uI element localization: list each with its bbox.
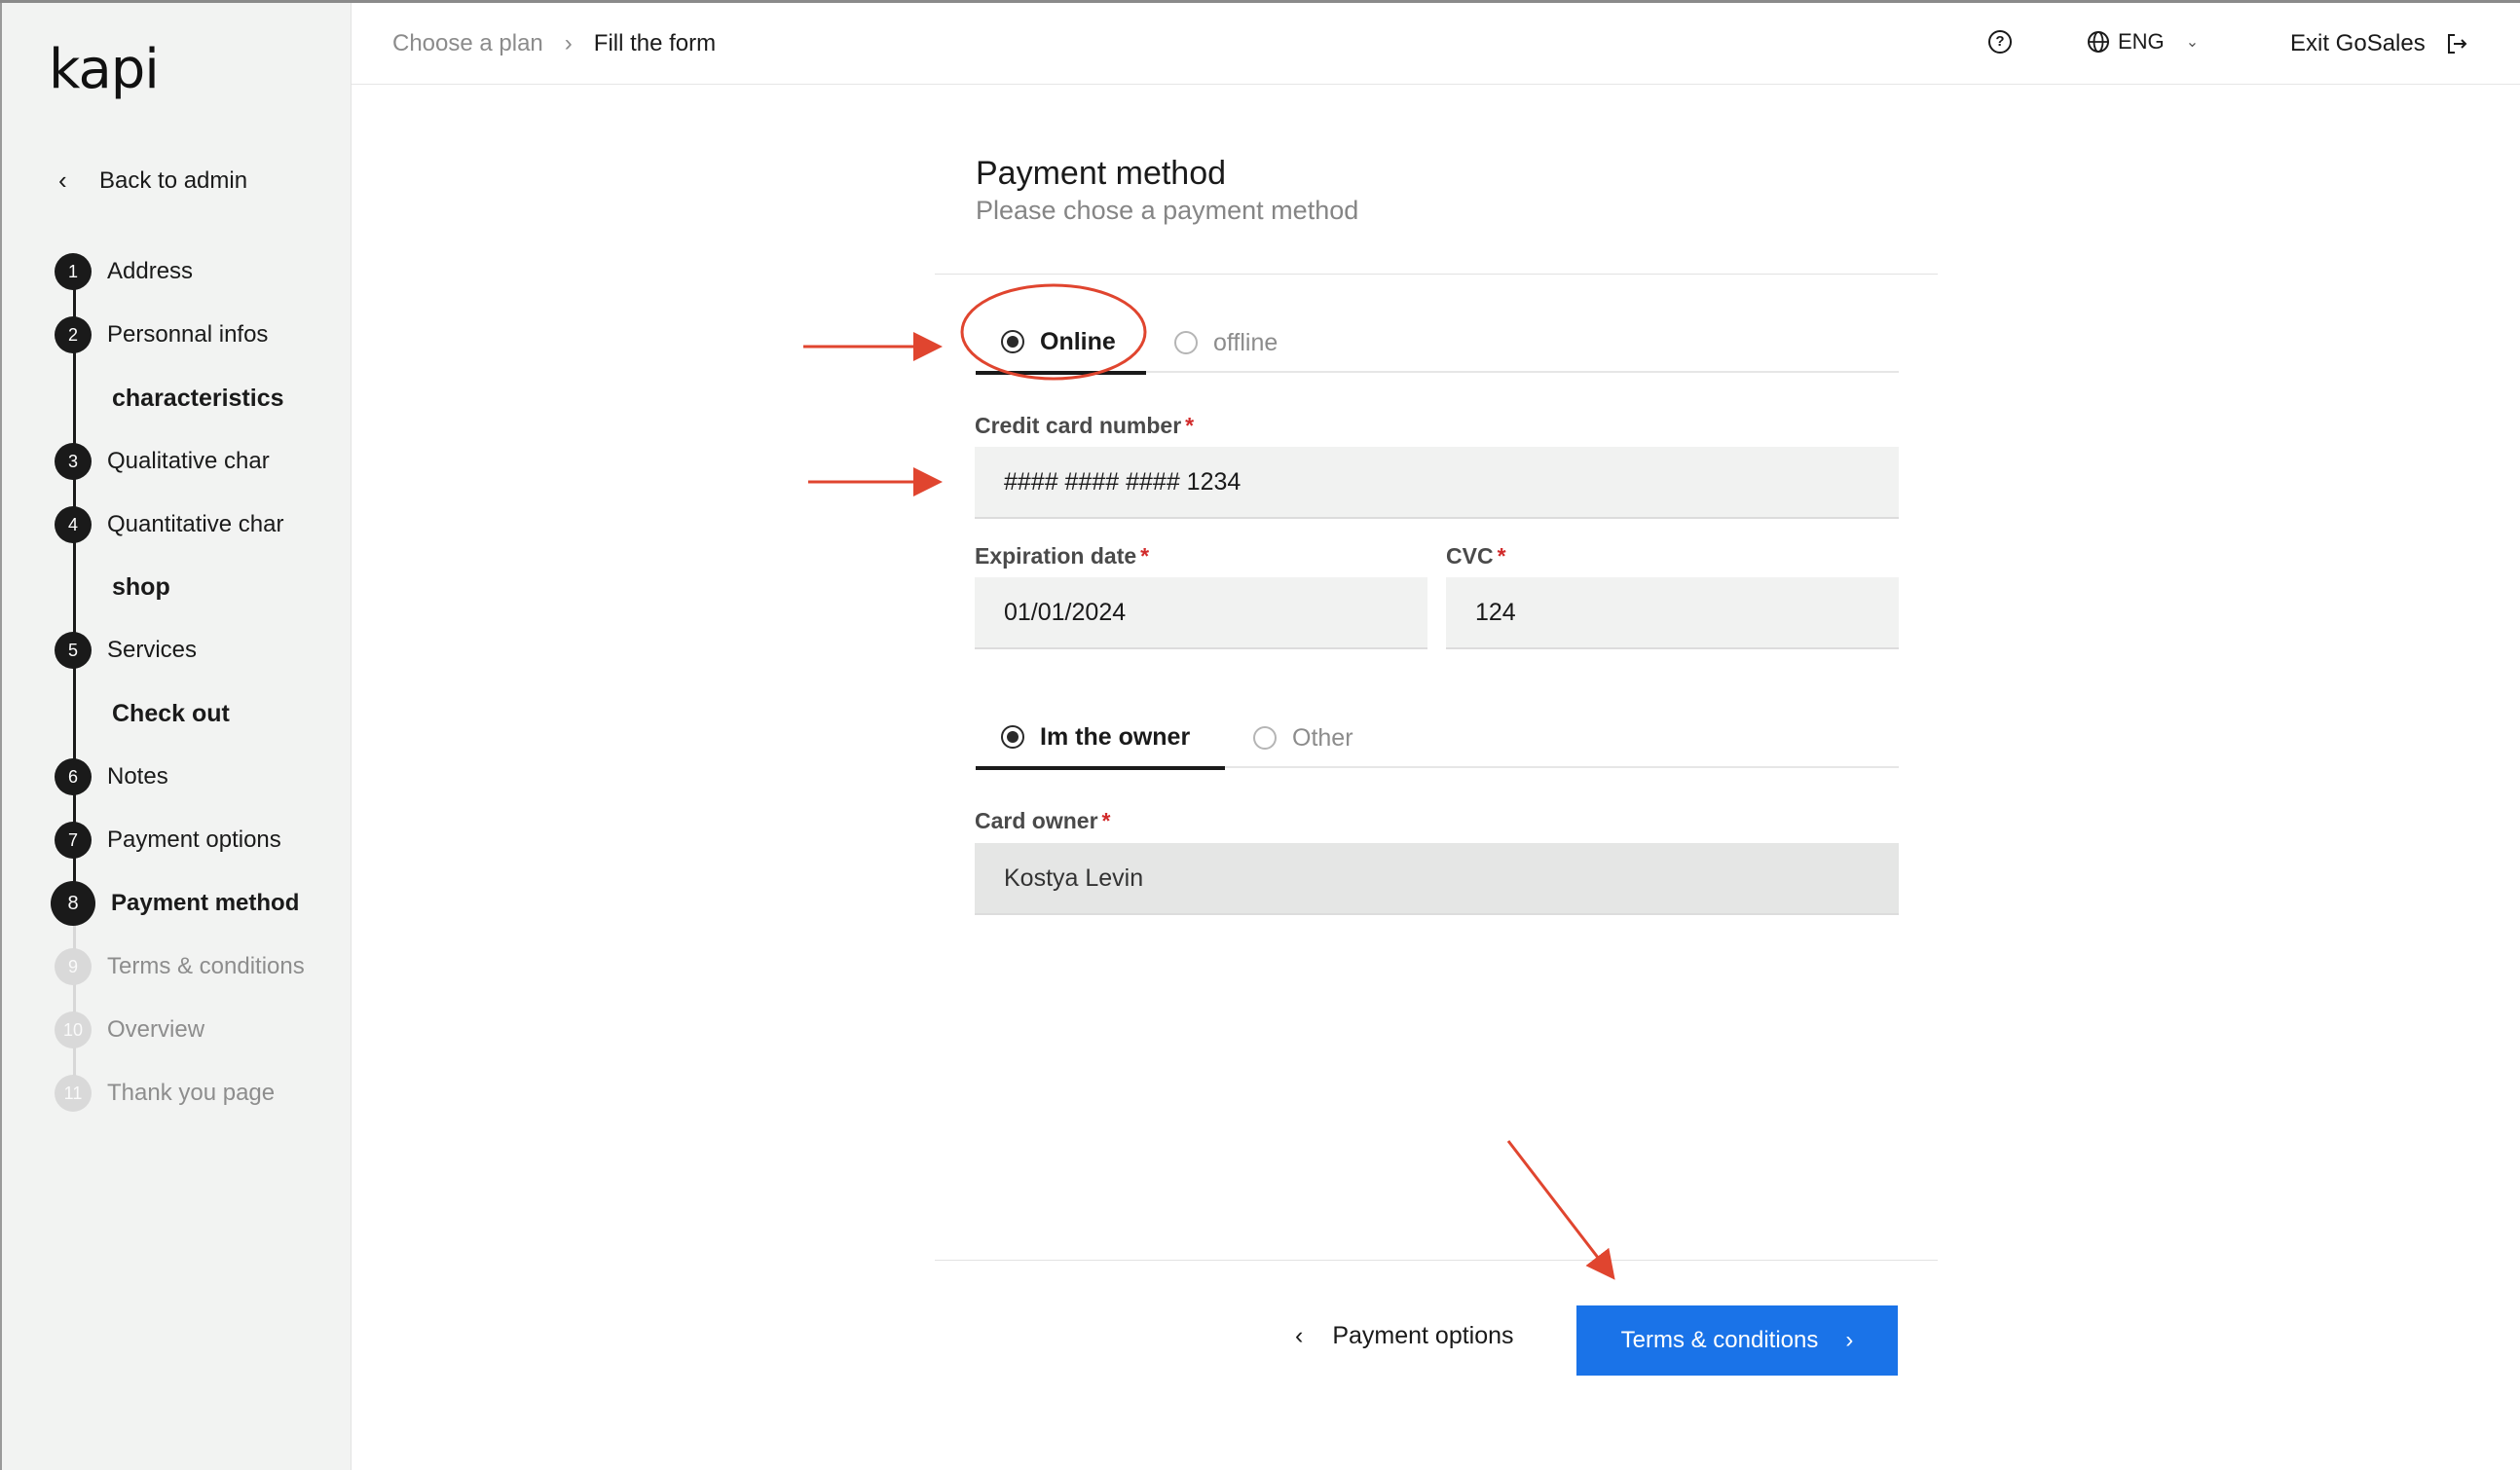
progress-line xyxy=(73,254,76,920)
step-label: Terms & conditions xyxy=(107,953,305,979)
radio-selected-icon xyxy=(1001,725,1024,749)
radio-empty-icon xyxy=(1174,331,1198,354)
globe-icon xyxy=(2088,31,2109,53)
step-number: 2 xyxy=(55,316,92,353)
step-terms-conditions[interactable]: 9 Terms & conditions xyxy=(55,948,305,985)
tab-label: Online xyxy=(1040,327,1116,355)
chevron-left-icon: ‹ xyxy=(1295,1322,1304,1349)
step-label: Overview xyxy=(107,1016,205,1043)
back-to-admin-label: Back to admin xyxy=(99,166,248,194)
exit-button[interactable]: Exit GoSales xyxy=(2290,30,2468,57)
radio-selected-icon xyxy=(1001,330,1024,353)
next-step-label: Terms & conditions xyxy=(1620,1327,1819,1353)
next-step-button[interactable]: Terms & conditions › xyxy=(1576,1305,1898,1376)
tab-label: Im the owner xyxy=(1040,722,1191,751)
step-personnal-infos[interactable]: 2 Personnal infos xyxy=(55,316,268,353)
logout-icon xyxy=(2447,34,2467,54)
language-selector[interactable]: ENG ⌄ xyxy=(2087,29,2199,55)
tab-online[interactable]: Online xyxy=(976,312,1146,375)
tab-label: offline xyxy=(1213,328,1279,356)
step-number: 7 xyxy=(55,822,92,859)
step-number: 4 xyxy=(55,506,92,543)
expiration-date-label: Expiration date * xyxy=(975,543,1150,569)
step-number: 9 xyxy=(55,948,92,985)
step-number: 11 xyxy=(55,1075,92,1112)
expiration-date-input[interactable]: 01/01/2024 xyxy=(975,577,1427,649)
step-number: 10 xyxy=(55,1011,92,1048)
divider-top xyxy=(935,274,1938,275)
top-bar: Choose a plan › Fill the form ? ENG ⌄ Ex… xyxy=(352,3,2520,85)
chevron-down-icon: ⌄ xyxy=(2185,34,2200,51)
chevron-left-icon: ‹ xyxy=(58,165,67,195)
breadcrumb-fill-form: Fill the form xyxy=(593,30,717,56)
app-logo: kapi xyxy=(49,38,160,101)
previous-step-label: Payment options xyxy=(1332,1322,1514,1349)
tab-other[interactable]: Other xyxy=(1253,708,1353,768)
radio-empty-icon xyxy=(1253,726,1277,750)
step-label: Thank you page xyxy=(107,1080,276,1106)
step-label: Quantitative char xyxy=(107,511,284,537)
previous-step-button[interactable]: ‹ Payment options xyxy=(1295,1322,1514,1350)
step-address[interactable]: 1 Address xyxy=(55,253,193,290)
card-number-label: Credit card number * xyxy=(975,413,1195,438)
step-number: 5 xyxy=(55,632,92,669)
step-label: Personnal infos xyxy=(107,321,269,348)
payment-type-tabs: Online offline xyxy=(976,312,1899,375)
step-number: 3 xyxy=(55,443,92,480)
step-qualitative-char[interactable]: 3 Qualitative char xyxy=(55,443,270,480)
owner-tabs: Im the owner Other xyxy=(976,708,1899,770)
page-title: Payment method xyxy=(976,155,1227,192)
step-thank-you-page[interactable]: 11 Thank you page xyxy=(55,1075,275,1112)
breadcrumb: Choose a plan › Fill the form xyxy=(392,30,716,57)
step-payment-method[interactable]: 8 Payment method xyxy=(51,881,300,926)
card-owner-label: Card owner * xyxy=(975,808,1111,833)
help-icon[interactable]: ? xyxy=(1988,30,2012,54)
page-subtitle: Please chose a payment method xyxy=(976,196,1359,225)
step-label: Payment options xyxy=(107,827,281,853)
tab-label: Other xyxy=(1292,723,1353,752)
step-label: Address xyxy=(107,258,194,284)
divider-bottom xyxy=(935,1260,1938,1261)
step-label: Payment method xyxy=(111,890,300,916)
chevron-right-icon: › xyxy=(1845,1327,1854,1353)
cvc-label: CVC * xyxy=(1446,543,1506,569)
back-to-admin-link[interactable]: ‹ Back to admin xyxy=(58,165,247,196)
section-check-out: Check out xyxy=(112,700,230,727)
step-quantitative-char[interactable]: 4 Quantitative char xyxy=(55,506,283,543)
card-owner-input: Kostya Levin xyxy=(975,843,1899,915)
step-label: Qualitative char xyxy=(107,448,270,474)
chevron-right-icon: › xyxy=(564,30,573,56)
step-number: 8 xyxy=(51,881,95,926)
step-label: Services xyxy=(107,637,198,663)
step-label: Notes xyxy=(107,763,168,790)
tab-offline[interactable]: offline xyxy=(1174,312,1278,373)
step-overview[interactable]: 10 Overview xyxy=(55,1011,204,1048)
step-number: 1 xyxy=(55,253,92,290)
card-number-input[interactable]: #### #### #### 1234 xyxy=(975,447,1899,519)
step-payment-options[interactable]: 7 Payment options xyxy=(55,822,281,859)
breadcrumb-choose-plan[interactable]: Choose a plan xyxy=(392,30,543,57)
language-label: ENG xyxy=(2118,29,2165,54)
step-notes[interactable]: 6 Notes xyxy=(55,758,168,795)
cvc-input[interactable]: 124 xyxy=(1446,577,1899,649)
section-characteristics: characteristics xyxy=(112,385,284,412)
exit-label: Exit GoSales xyxy=(2290,30,2426,56)
section-shop: shop xyxy=(112,573,170,601)
sidebar: kapi ‹ Back to admin 1 Address 2 Personn… xyxy=(0,3,352,1470)
tab-im-the-owner[interactable]: Im the owner xyxy=(976,708,1225,770)
progress-line-remaining xyxy=(73,920,76,1099)
step-number: 6 xyxy=(55,758,92,795)
step-services[interactable]: 5 Services xyxy=(55,632,197,669)
